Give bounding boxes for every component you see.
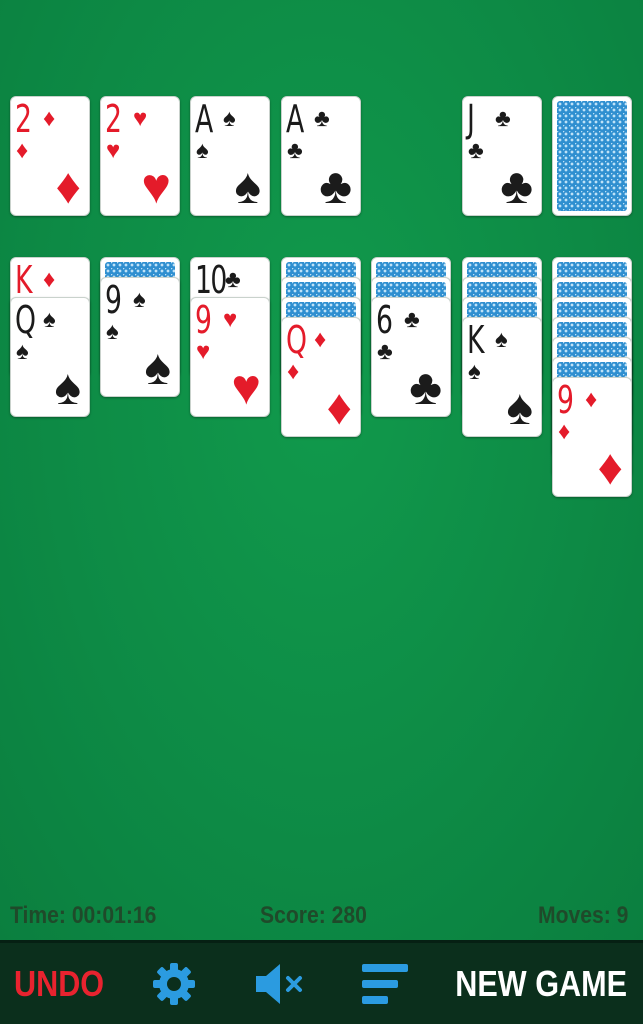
tableau-7-card[interactable]: 9 ♦ ♦ ♦	[552, 377, 632, 497]
spade-icon: ♠	[133, 286, 146, 313]
diamond-icon: ♦	[287, 358, 300, 385]
heart-icon: ♥	[196, 338, 211, 365]
card-rank: 2	[15, 97, 32, 141]
card-rank: A	[195, 97, 213, 141]
tableau-6-card[interactable]: K ♠ ♠ ♠	[462, 317, 542, 437]
time-label: Time: 00:01:16	[10, 902, 157, 929]
club-icon: ♣	[409, 359, 442, 415]
card-rank: A	[286, 97, 304, 141]
spade-icon: ♠	[16, 338, 29, 365]
club-icon: ♣	[404, 306, 420, 333]
tableau-5-card[interactable]: 6 ♣ ♣ ♣	[371, 297, 451, 417]
sound-toggle-button[interactable]	[248, 943, 312, 1024]
diamond-icon: ♦	[314, 326, 327, 353]
club-icon: ♣	[225, 266, 241, 293]
new-game-button[interactable]: NEW GAME	[455, 943, 627, 1024]
speaker-muted-icon	[256, 963, 302, 1004]
diamond-icon: ♦	[326, 379, 352, 435]
diamond-icon: ♦	[597, 439, 623, 495]
spade-icon: ♠	[468, 358, 481, 385]
club-icon: ♣	[319, 158, 352, 214]
club-icon: ♣	[468, 137, 484, 164]
heart-icon: ♥	[231, 359, 261, 415]
stock-pile[interactable]	[552, 96, 632, 216]
card-rank: 2	[105, 97, 122, 141]
card-rank: Q	[15, 298, 36, 342]
card-rank: J	[467, 97, 475, 141]
gear-icon	[153, 962, 195, 1005]
card-rank: 9	[195, 298, 212, 342]
club-icon: ♣	[287, 137, 303, 164]
card-rank: 6	[376, 298, 393, 342]
undo-button[interactable]: UNDO	[14, 943, 104, 1024]
menu-icon	[362, 963, 408, 1004]
card-rank: Q	[286, 318, 307, 362]
spade-icon: ♠	[43, 306, 56, 333]
moves-label: Moves: 9	[538, 902, 629, 929]
club-icon: ♣	[500, 158, 533, 214]
diamond-icon: ♦	[43, 266, 56, 293]
tableau-3-card[interactable]: 9 ♥ ♥ ♥	[190, 297, 270, 417]
tableau-4-card[interactable]: Q ♦ ♦ ♦	[281, 317, 361, 437]
diamond-icon: ♦	[558, 418, 571, 445]
club-icon: ♣	[495, 105, 511, 132]
waste-pile[interactable]: J ♣ ♣ ♣	[462, 96, 542, 216]
foundation-pile-1[interactable]: 2 ♦ ♦ ♦	[10, 96, 90, 216]
spade-icon: ♠	[106, 318, 119, 345]
foundation-pile-4[interactable]: A ♣ ♣ ♣	[281, 96, 361, 216]
score-label: Score: 280	[260, 902, 367, 929]
heart-icon: ♥	[223, 306, 238, 333]
card-rank: 10	[195, 258, 227, 302]
foundation-pile-3[interactable]: A ♠ ♠ ♠	[190, 96, 270, 216]
game-board: 2♦♦♦2♥♥♥A♠♠♠A♣♣♣J♣♣♣K♦♦♦Q♠♠♠9♠♠♠10♣♣♣9♥♥…	[0, 0, 643, 940]
diamond-icon: ♦	[585, 386, 598, 413]
spade-icon: ♠	[54, 359, 81, 415]
diamond-icon: ♦	[43, 105, 56, 132]
card-rank: 9	[557, 378, 574, 422]
heart-icon: ♥	[133, 105, 148, 132]
spade-icon: ♠	[223, 105, 236, 132]
spade-icon: ♠	[234, 158, 261, 214]
club-icon: ♣	[377, 338, 393, 365]
status-bar: Time: 00:01:16 Score: 280 Moves: 9	[0, 902, 643, 938]
diamond-icon: ♦	[55, 158, 81, 214]
diamond-icon: ♦	[16, 137, 29, 164]
card-rank: K	[467, 318, 485, 362]
spade-icon: ♠	[506, 379, 533, 435]
settings-button[interactable]	[146, 943, 202, 1024]
heart-icon: ♥	[141, 158, 171, 214]
card-rank: K	[15, 258, 33, 302]
club-icon: ♣	[314, 105, 330, 132]
menu-button[interactable]	[358, 943, 414, 1024]
heart-icon: ♥	[106, 137, 121, 164]
spade-icon: ♠	[196, 137, 209, 164]
tableau-2-card[interactable]: 9 ♠ ♠ ♠	[100, 277, 180, 397]
bottom-toolbar: UNDO NEW GAME	[0, 940, 643, 1024]
foundation-pile-2[interactable]: 2 ♥ ♥ ♥	[100, 96, 180, 216]
spade-icon: ♠	[495, 326, 508, 353]
spade-icon: ♠	[144, 339, 171, 395]
card-rank: 9	[105, 278, 122, 322]
tableau-1-card[interactable]: Q ♠ ♠ ♠	[10, 297, 90, 417]
